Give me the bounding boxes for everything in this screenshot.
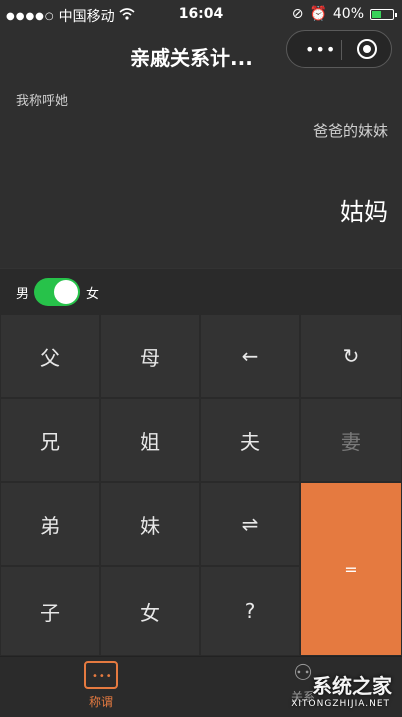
key-younger-sister[interactable]: 妹 <box>100 482 200 566</box>
key-swap[interactable]: ⇌ <box>200 482 300 566</box>
more-dots-icon[interactable]: ••• <box>305 40 336 59</box>
key-question[interactable]: ? <box>200 566 300 656</box>
app-title: 亲戚关系计... <box>130 46 253 70</box>
keypad: 父 母 ← ↻ 兄 姐 夫 妻 弟 妹 ⇌ 子 女 ? = <box>0 314 402 656</box>
status-bar: ●●●●○ 中国移动 16:04 ⊘ ⏰ 40% <box>0 0 402 30</box>
gender-female-label: 女 <box>86 287 100 302</box>
rotation-lock-icon: ⊘ <box>291 6 304 22</box>
chat-icon: ••• <box>84 661 118 689</box>
key-younger-brother[interactable]: 弟 <box>0 482 100 566</box>
gender-male-label: 男 <box>16 287 30 302</box>
battery-percent: 40% <box>332 6 364 22</box>
gender-toggle[interactable] <box>34 278 80 306</box>
key-reset[interactable]: ↻ <box>300 314 402 398</box>
toggle-knob <box>54 280 78 304</box>
battery-icon <box>370 8 397 20</box>
equals-button[interactable]: = <box>300 482 402 656</box>
key-son[interactable]: 子 <box>0 566 100 656</box>
watermark-url: XITONGZHIJIA.NET <box>291 699 390 709</box>
miniapp-capsule: ••• <box>286 30 392 68</box>
key-elder-brother[interactable]: 兄 <box>0 398 100 482</box>
relation-result: 姑妈 <box>340 198 388 226</box>
target-circle-icon[interactable] <box>357 39 377 59</box>
watermark-logo: 系统之家 <box>312 674 392 698</box>
key-daughter[interactable]: 女 <box>100 566 200 656</box>
gender-bar: 男 女 <box>0 268 402 315</box>
tab-appellation-label: 称谓 <box>88 695 113 709</box>
key-mother[interactable]: 母 <box>100 314 200 398</box>
relation-input: 爸爸的妹妹 <box>312 122 388 140</box>
key-husband[interactable]: 夫 <box>200 398 300 482</box>
result-display: 我称呼她 爸爸的妹妹 姑妈 <box>0 80 402 268</box>
alarm-icon: ⏰ <box>309 6 327 22</box>
call-label: 我称呼她 <box>16 94 69 109</box>
tab-appellation[interactable]: ••• 称谓 <box>78 661 124 710</box>
capsule-divider <box>341 40 342 60</box>
key-elder-sister[interactable]: 姐 <box>100 398 200 482</box>
key-wife[interactable]: 妻 <box>300 398 402 482</box>
key-backspace[interactable]: ← <box>200 314 300 398</box>
key-father[interactable]: 父 <box>0 314 100 398</box>
